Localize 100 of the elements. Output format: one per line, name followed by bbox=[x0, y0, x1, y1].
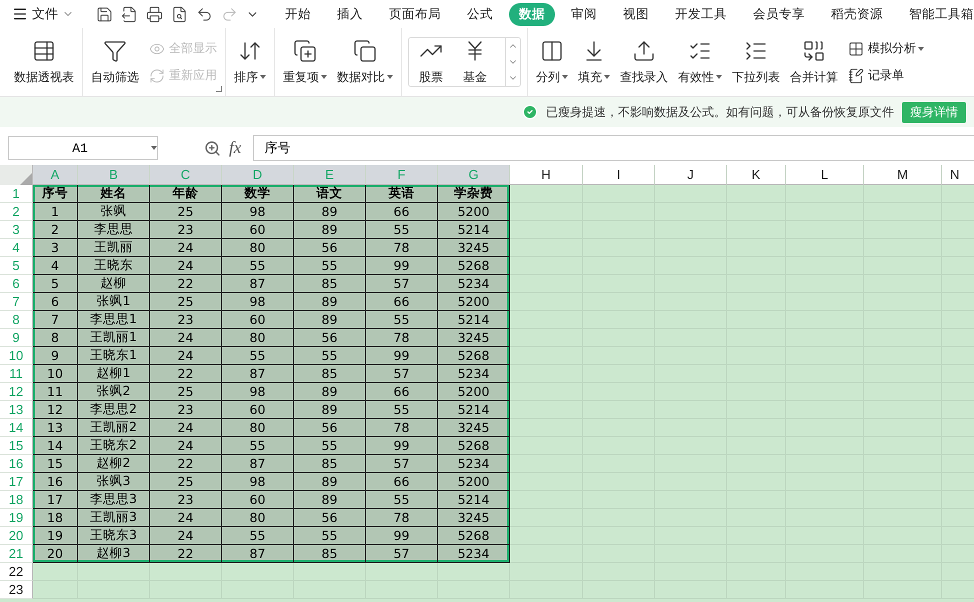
table-cell: 3245 bbox=[438, 239, 510, 257]
fx-label[interactable]: fx bbox=[229, 138, 242, 158]
refresh-icon bbox=[149, 68, 165, 84]
table-cell: 5268 bbox=[438, 527, 510, 545]
row-header[interactable]: 22 bbox=[0, 563, 33, 581]
table-cell: 10 bbox=[33, 365, 78, 383]
table-cell: 57 bbox=[366, 455, 438, 473]
table-cell: 87 bbox=[222, 275, 294, 293]
print-icon[interactable] bbox=[146, 6, 163, 22]
ribbon-tab[interactable]: 开发工具 bbox=[665, 2, 737, 26]
table-cell: 55 bbox=[294, 257, 366, 275]
table-cell: 语文 bbox=[294, 185, 366, 203]
table-cell bbox=[438, 563, 510, 581]
table-cell: 89 bbox=[294, 491, 366, 509]
ribbon-tab[interactable]: 公式 bbox=[457, 2, 503, 26]
ribbon-tab[interactable]: 会员专享 bbox=[743, 2, 815, 26]
table-cell: 2 bbox=[33, 221, 78, 239]
notice-text: 已瘦身提速，不影响数据及公式。如有问题，可从备份恢复原文件 bbox=[546, 104, 894, 120]
column-header[interactable]: I bbox=[583, 165, 655, 185]
corner-triangle-icon bbox=[20, 173, 32, 185]
table-cell: 王晓东1 bbox=[78, 347, 150, 365]
table-cell: 24 bbox=[150, 437, 222, 455]
row-header[interactable]: 23 bbox=[0, 581, 33, 599]
dropdown-list-button[interactable]: 下拉列表 bbox=[730, 34, 782, 90]
ribbon-tab[interactable]: 开始 bbox=[275, 2, 321, 26]
line-chart-button[interactable]: 股票 bbox=[417, 34, 445, 90]
column-header[interactable]: K bbox=[727, 165, 786, 185]
table-cell: 23 bbox=[150, 491, 222, 509]
column-header[interactable]: M bbox=[864, 165, 942, 185]
table-cell: 数学 bbox=[222, 185, 294, 203]
ribbon-tab[interactable]: 页面布局 bbox=[379, 2, 451, 26]
duplicate-icon bbox=[293, 38, 317, 62]
overlap-squares-button[interactable]: 数据对比 bbox=[335, 34, 395, 90]
column-header[interactable]: J bbox=[655, 165, 727, 185]
column-header[interactable]: H bbox=[510, 165, 583, 185]
upload-button[interactable]: 查找录入 bbox=[618, 34, 670, 90]
upload-icon bbox=[632, 38, 656, 62]
checklist-button[interactable]: 有效性 bbox=[676, 34, 724, 90]
formula-input[interactable]: 序号 bbox=[253, 135, 974, 161]
duplicate-button[interactable]: 重复项 bbox=[281, 34, 329, 90]
table-cell: 80 bbox=[222, 509, 294, 527]
table-cell: 王晓东3 bbox=[78, 527, 150, 545]
table-cell: 89 bbox=[294, 203, 366, 221]
table-cell bbox=[78, 563, 150, 581]
table-cell: 3245 bbox=[438, 329, 510, 347]
pivot-table-button[interactable]: 数据透视表 bbox=[12, 34, 76, 90]
column-header[interactable]: L bbox=[786, 165, 864, 185]
dialog-launcher-icon[interactable] bbox=[216, 86, 222, 92]
table-cell: 89 bbox=[294, 293, 366, 311]
table-cell: 89 bbox=[294, 221, 366, 239]
yen-button[interactable]: 基金 bbox=[461, 34, 489, 90]
table-cell: 13 bbox=[33, 419, 78, 437]
table-cell: 李思思3 bbox=[78, 491, 150, 509]
ribbon-tab[interactable]: 审阅 bbox=[561, 2, 607, 26]
grid-button[interactable]: 模拟分析 bbox=[846, 37, 926, 60]
zoom-icon[interactable] bbox=[204, 140, 221, 156]
table-cell: 89 bbox=[294, 473, 366, 491]
table-cell: 66 bbox=[366, 293, 438, 311]
file-menu[interactable]: 文件 bbox=[12, 5, 80, 23]
table-cell: 7 bbox=[33, 311, 78, 329]
table-cell bbox=[150, 563, 222, 581]
table-cell: 5200 bbox=[438, 383, 510, 401]
table-cell: 5 bbox=[33, 275, 78, 293]
table-cell: 5214 bbox=[438, 491, 510, 509]
table-cell: 78 bbox=[366, 239, 438, 257]
table-cell: 16 bbox=[33, 473, 78, 491]
table-cell: 55 bbox=[222, 257, 294, 275]
table-cell: 85 bbox=[294, 545, 366, 563]
notebook-button[interactable]: 记录单 bbox=[846, 64, 926, 87]
save-icon[interactable] bbox=[96, 6, 113, 22]
ribbon-tab[interactable]: 插入 bbox=[327, 2, 373, 26]
table-cell: 5268 bbox=[438, 437, 510, 455]
table-cell: 李思思 bbox=[78, 221, 150, 239]
table-cell: 14 bbox=[33, 437, 78, 455]
ribbon-tab[interactable]: 视图 bbox=[613, 2, 659, 26]
table-cell: 25 bbox=[150, 203, 222, 221]
ribbon-tab[interactable]: 稻壳资源 bbox=[821, 2, 893, 26]
table-cell: 17 bbox=[33, 491, 78, 509]
merge-button[interactable]: 合并计算 bbox=[788, 34, 840, 90]
table-cell: 5234 bbox=[438, 365, 510, 383]
table-cell: 22 bbox=[150, 455, 222, 473]
split-columns-button[interactable]: 分列 bbox=[534, 34, 570, 90]
table-cell: 25 bbox=[150, 473, 222, 491]
down-arrow-button[interactable]: 填充 bbox=[576, 34, 612, 90]
table-cell: 18 bbox=[33, 509, 78, 527]
export-icon[interactable] bbox=[121, 6, 138, 22]
table-cell: 99 bbox=[366, 527, 438, 545]
column-header[interactable]: N bbox=[942, 165, 974, 185]
undo-icon[interactable] bbox=[196, 6, 213, 22]
table-cell: 姓名 bbox=[78, 185, 150, 203]
print-preview-icon[interactable] bbox=[171, 6, 188, 22]
table-cell: 年龄 bbox=[150, 185, 222, 203]
table-cell: 23 bbox=[150, 401, 222, 419]
name-box[interactable]: A1 bbox=[8, 136, 158, 160]
filter-button[interactable]: 自动筛选 bbox=[89, 34, 141, 90]
ribbon-tab[interactable]: 智能工具箱 bbox=[899, 2, 974, 26]
table-cell bbox=[33, 563, 78, 581]
table-cell: 24 bbox=[150, 329, 222, 347]
sort-button[interactable]: 排序 bbox=[232, 34, 268, 90]
table-cell: 5234 bbox=[438, 545, 510, 563]
